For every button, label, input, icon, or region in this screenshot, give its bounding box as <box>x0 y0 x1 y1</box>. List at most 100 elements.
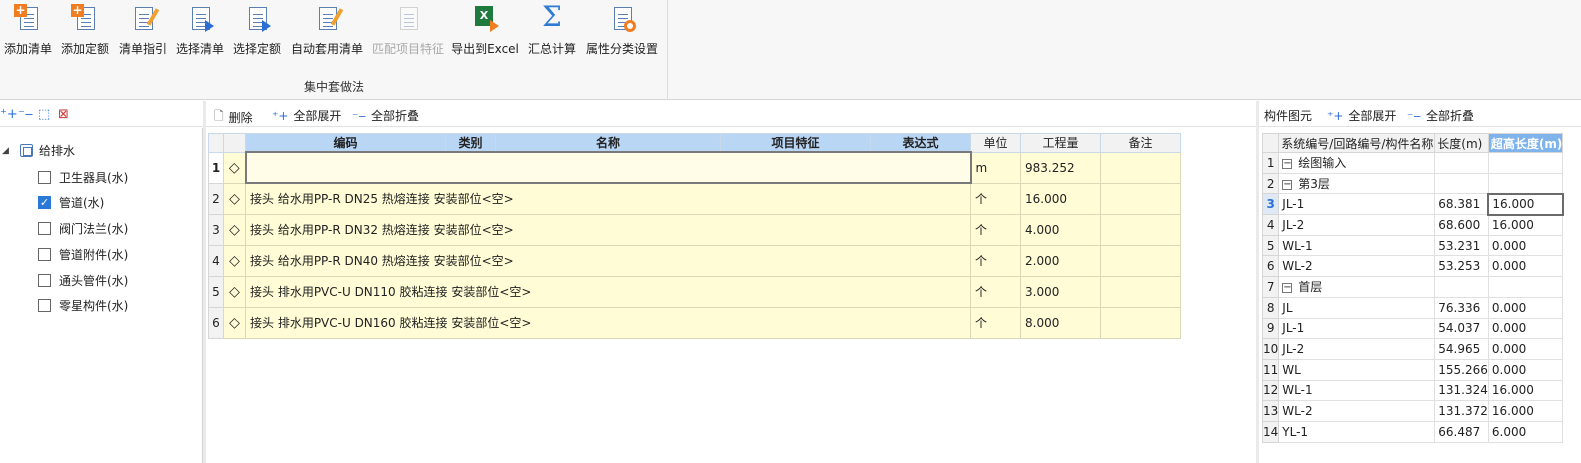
over-length-cell[interactable] <box>1487 172 1564 195</box>
over-length-cell-editing[interactable]: 16.000 <box>1487 192 1564 216</box>
name-cell[interactable]: 接头 排水用PVC-U DN110 胶粘连接 安装部位<空> <box>245 275 971 308</box>
row-number[interactable]: 10 <box>1261 338 1280 360</box>
summary-calc-button[interactable]: Σ 汇总计算 <box>525 0 579 60</box>
length-cell[interactable]: 155.266 <box>1434 358 1489 381</box>
remark-cell[interactable] <box>1100 151 1181 184</box>
row-number[interactable]: 3 <box>208 213 224 246</box>
tree-root-water-supply[interactable]: ◢ 给排水 <box>0 142 75 159</box>
unit-cell[interactable]: 个 <box>970 182 1021 215</box>
length-cell[interactable]: 68.600 <box>1434 214 1489 236</box>
header-code[interactable]: 编码 <box>245 133 446 153</box>
table-row[interactable]: 2 ◇ 接头 给水用PP-R DN25 热熔连接 安装部位<空> 个 16.00… <box>208 182 1181 215</box>
over-length-cell[interactable]: 0.000 <box>1487 338 1564 360</box>
tree-item-valve-flange[interactable]: 阀门法兰(水) <box>38 219 128 237</box>
collapse-node-icon[interactable]: − <box>1282 158 1293 169</box>
quantity-cell[interactable]: 8.000 <box>1020 306 1101 339</box>
element-name-cell[interactable]: WL-2 <box>1278 255 1436 278</box>
element-row[interactable]: 3 JL-1 68.381 16.000 <box>1261 192 1564 216</box>
over-length-cell[interactable]: 0.000 <box>1487 234 1564 257</box>
collapse-all-button[interactable]: ⁻‒ 全部折叠 <box>352 107 419 124</box>
tree-collapse-icon[interactable]: ◢ <box>2 146 12 156</box>
over-length-cell[interactable]: 16.000 <box>1487 379 1564 402</box>
unit-cell[interactable]: 个 <box>970 275 1021 308</box>
element-row[interactable]: 7 − 首层 <box>1261 276 1564 298</box>
row-number[interactable]: 6 <box>1261 255 1280 278</box>
header-name[interactable]: 名称 <box>495 133 721 153</box>
element-name-cell[interactable]: JL <box>1278 296 1436 319</box>
quantity-cell[interactable]: 3.000 <box>1020 275 1101 308</box>
row-number-selected[interactable]: 3 <box>1261 193 1280 216</box>
row-number[interactable]: 2 <box>1261 172 1280 195</box>
element-name-cell[interactable]: YL-1 <box>1278 420 1436 443</box>
element-row[interactable]: 13 WL-2 131.372 16.000 <box>1261 400 1564 422</box>
clear-selection-icon[interactable]: ⊠ <box>58 107 69 122</box>
element-name-cell[interactable]: JL-2 <box>1278 338 1436 360</box>
row-number[interactable]: 6 <box>208 306 224 339</box>
tree-item-misc[interactable]: 零星构件(水) <box>38 296 128 314</box>
row-number[interactable]: 1 <box>208 151 224 184</box>
length-cell[interactable] <box>1434 152 1489 174</box>
table-row[interactable]: 5 ◇ 接头 排水用PVC-U DN110 胶粘连接 安装部位<空> 个 3.0… <box>208 275 1181 308</box>
element-row[interactable]: 9 JL-1 54.037 0.000 <box>1261 317 1564 340</box>
tree-item-sanitary[interactable]: 卫生器具(水) <box>38 168 128 186</box>
row-number[interactable]: 4 <box>208 244 224 277</box>
row-number[interactable]: 11 <box>1261 358 1280 381</box>
over-length-cell[interactable]: 0.000 <box>1487 296 1564 319</box>
over-length-cell[interactable]: 0.000 <box>1487 255 1564 278</box>
collapse-node-icon[interactable]: − <box>1282 179 1293 190</box>
row-number[interactable]: 8 <box>1261 296 1280 319</box>
select-all-icon[interactable]: ⬚ <box>38 107 50 122</box>
element-name-cell[interactable]: JL-1 <box>1278 317 1436 340</box>
add-quota-button[interactable]: + 添加定额 <box>59 2 111 60</box>
name-cell[interactable]: 接头 排水用PVC-U DN160 胶粘连接 安装部位<空> <box>245 306 971 339</box>
right-expand-all-button[interactable]: ⁺+ 全部展开 <box>1327 107 1396 124</box>
table-row[interactable]: 4 ◇ 接头 给水用PP-R DN40 热熔连接 安装部位<空> 个 2.000 <box>208 244 1181 277</box>
remark-cell[interactable] <box>1100 275 1181 308</box>
checkbox[interactable] <box>38 221 51 235</box>
name-cell[interactable]: 接头 给水用PP-R DN25 热熔连接 安装部位<空> <box>245 182 971 215</box>
splitter-left[interactable] <box>203 101 206 463</box>
table-row[interactable]: 6 ◇ 接头 排水用PVC-U DN160 胶粘连接 安装部位<空> 个 8.0… <box>208 306 1181 339</box>
over-length-cell[interactable]: 0.000 <box>1487 358 1564 381</box>
length-cell[interactable]: 131.324 <box>1434 379 1489 402</box>
unit-cell[interactable]: 个 <box>970 244 1021 277</box>
element-name-cell[interactable]: − 首层 <box>1278 276 1436 298</box>
quantity-cell[interactable]: 2.000 <box>1020 244 1101 277</box>
element-row[interactable]: 12 WL-1 131.324 16.000 <box>1261 379 1564 402</box>
checkbox-checked[interactable]: ✓ <box>38 195 51 209</box>
remark-cell[interactable] <box>1100 306 1181 339</box>
length-cell[interactable]: 68.381 <box>1434 193 1489 216</box>
tree-item-fitting[interactable]: 通头管件(水) <box>38 271 128 289</box>
unit-cell[interactable]: 个 <box>970 306 1021 339</box>
select-list-button[interactable]: 选择清单 <box>174 2 226 60</box>
select-quota-button[interactable]: 选择定额 <box>231 2 283 60</box>
quantity-cell[interactable]: 4.000 <box>1020 213 1101 246</box>
list-guide-button[interactable]: 清单指引 <box>117 2 169 60</box>
name-cell-editing[interactable] <box>244 151 972 184</box>
add-list-button[interactable]: + 添加清单 <box>2 2 54 60</box>
over-length-cell[interactable]: 6.000 <box>1487 420 1564 443</box>
checkbox[interactable] <box>38 273 51 287</box>
name-cell[interactable]: 接头 给水用PP-R DN40 热熔连接 安装部位<空> <box>245 244 971 277</box>
remark-cell[interactable] <box>1100 213 1181 246</box>
quantity-cell[interactable]: 16.000 <box>1020 182 1101 215</box>
header-feature[interactable]: 项目特征 <box>720 133 871 153</box>
expand-all-button[interactable]: ⁺+ 全部展开 <box>272 107 341 124</box>
length-cell[interactable]: 53.253 <box>1434 255 1489 278</box>
element-row[interactable]: 5 WL-1 53.231 0.000 <box>1261 234 1564 257</box>
element-name-cell[interactable]: − 绘图输入 <box>1278 152 1436 174</box>
element-name-cell[interactable]: JL-2 <box>1278 214 1436 236</box>
row-number[interactable]: 5 <box>208 275 224 308</box>
element-row[interactable]: 2 − 第3层 <box>1261 172 1564 195</box>
element-row[interactable]: 10 JL-2 54.965 0.000 <box>1261 338 1564 360</box>
over-length-cell[interactable]: 16.000 <box>1487 400 1564 422</box>
header-category[interactable]: 类别 <box>445 133 496 153</box>
header-length[interactable]: 长度(m) <box>1434 133 1489 153</box>
checkbox[interactable] <box>38 170 51 184</box>
table-row[interactable]: 3 ◇ 接头 给水用PP-R DN32 热熔连接 安装部位<空> 个 4.000 <box>208 213 1181 246</box>
row-number[interactable]: 7 <box>1261 276 1280 298</box>
header-expression[interactable]: 表达式 <box>870 133 971 153</box>
checkbox[interactable] <box>38 247 51 261</box>
delete-button[interactable]: 🗋 删除 <box>214 107 253 128</box>
row-number[interactable]: 9 <box>1261 317 1280 340</box>
